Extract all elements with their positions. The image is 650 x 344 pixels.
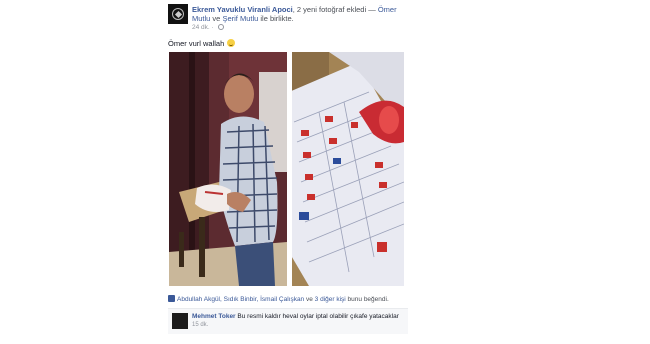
post-header: Ekrem Yavuklu Viranli Apoci, 2 yeni foto… (192, 5, 412, 23)
like-thumb-icon (168, 295, 175, 302)
post-photo-1[interactable] (169, 52, 287, 286)
comment-timestamp[interactable]: 15 dk. (192, 322, 208, 328)
comment-text: Bu resmi kaldır heval oylar iptal olabil… (237, 313, 399, 320)
comment-author-link[interactable]: Mehmet Toker (192, 313, 236, 320)
comment: Mehmet Toker Bu resmi kaldır heval oylar… (168, 308, 408, 334)
likes-suffix: bunu beğendi. (345, 296, 389, 303)
post-meta: 24 dk. · (192, 24, 224, 31)
post-action: , 2 yeni fotoğraf ekledi (292, 5, 367, 14)
post-with-joiner: ve (210, 14, 223, 23)
tagged-person-2-link[interactable]: Şerif Mutlu (222, 14, 258, 23)
likes-joiner: ve (304, 296, 315, 303)
logo-diamond (174, 10, 182, 18)
post-timestamp[interactable]: 24 dk. (192, 24, 210, 31)
caption-text: Ömer vurl wallah (168, 39, 225, 48)
post-author-link[interactable]: Ekrem Yavuklu Viranli Apoci (192, 5, 293, 14)
feed-post: Ekrem Yavuklu Viranli Apoci, 2 yeni foto… (160, 0, 412, 344)
likes-summary: Abdullah Akgül, Sıdık Binbir, İsmail Çal… (168, 295, 389, 303)
smile-emoji-icon (227, 39, 236, 47)
photo-1-drawing (169, 52, 287, 286)
post-caption: Ömer vurl wallah (168, 39, 236, 48)
logo-mark (172, 8, 184, 20)
globe-icon[interactable] (217, 24, 224, 30)
photo-2-drawing (289, 52, 404, 286)
post-photo-2[interactable] (289, 52, 404, 286)
likers-names-link[interactable]: Abdullah Akgül, Sıdık Binbir, İsmail Çal… (177, 296, 304, 303)
post-with-separator: — (366, 5, 378, 14)
meta-separator: · (209, 24, 216, 31)
page-logo-icon[interactable] (168, 4, 188, 24)
comment-body: Mehmet Toker Bu resmi kaldır heval oylar… (192, 313, 404, 321)
avatar[interactable] (172, 313, 188, 329)
post-with-suffix: ile birlikte. (258, 14, 294, 23)
likers-others-link[interactable]: 3 diğer kişi (315, 296, 346, 303)
